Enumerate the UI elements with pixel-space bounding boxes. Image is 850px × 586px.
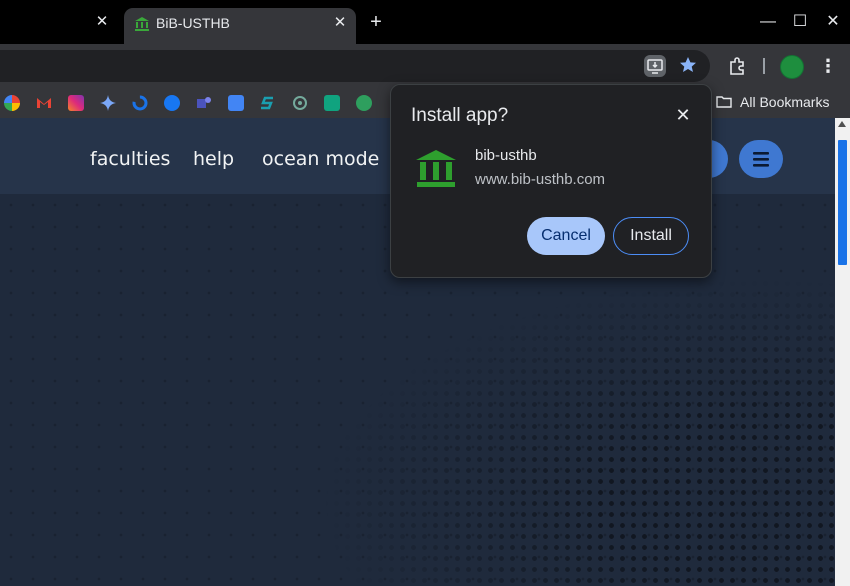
bank-app-icon [416,150,456,187]
scroll-up-arrow-icon[interactable] [838,121,846,127]
teams-icon[interactable] [196,95,212,111]
facebook-icon[interactable] [164,95,180,111]
folder-icon [716,96,732,108]
background-dots [320,278,835,586]
tab-close-icon[interactable]: ✕ [94,14,110,30]
toolbar: ⋮ [0,44,850,88]
tab-inactive[interactable]: ✕ [0,0,120,44]
instagram-icon[interactable] [68,95,84,111]
nav-faculties[interactable]: faculties [90,148,170,170]
scrollbar-thumb[interactable] [838,140,847,265]
menu-icon[interactable]: ⋮ [818,56,838,76]
maximize-button[interactable]: ☐ [790,12,810,32]
dialog-close-icon[interactable]: ✕ [673,105,693,125]
install-app-dialog: Install app? ✕ bib-usthb www.bib-usthb.c… [390,84,712,278]
dialog-title: Install app? [411,105,509,126]
window-close-button[interactable]: ✕ [823,12,843,32]
address-bar[interactable] [0,50,710,82]
hamburger-menu-button[interactable] [739,140,783,178]
cancel-button[interactable]: Cancel [527,217,605,255]
app-name: bib-usthb [475,147,537,164]
photos-icon[interactable] [4,95,20,111]
bank-favicon-icon [135,17,149,31]
s-icon[interactable] [260,95,276,111]
gmail-icon[interactable] [36,95,52,111]
bookmark-star-icon[interactable] [678,55,698,75]
toolbar-separator [763,58,765,74]
translate-icon[interactable] [228,95,244,111]
new-tab-button[interactable]: + [366,12,386,32]
nav-ocean-mode[interactable]: ocean mode [262,148,379,170]
install-app-icon[interactable] [644,55,666,77]
all-bookmarks-label: All Bookmarks [740,94,830,110]
tab-title: BiB-USTHB [156,15,230,31]
hamburger-icon [753,152,769,167]
profile-avatar[interactable] [780,55,804,79]
chatgpt-icon[interactable] [292,95,308,111]
gemini-icon[interactable] [100,95,116,111]
tab-close-icon[interactable]: ✕ [332,15,348,31]
fi-icon[interactable] [356,95,372,111]
tab-bib-usthb[interactable]: BiB-USTHB ✕ [124,8,356,44]
dots-icon[interactable] [132,95,148,111]
p-icon[interactable] [324,95,340,111]
app-url: www.bib-usthb.com [475,171,606,188]
install-button[interactable]: Install [613,217,689,255]
tab-strip: ✕ BiB-USTHB ✕ + — ☐ ✕ [0,0,850,44]
nav-help[interactable]: help [193,148,234,170]
minimize-button[interactable]: — [758,12,778,32]
extensions-icon[interactable] [727,56,747,76]
